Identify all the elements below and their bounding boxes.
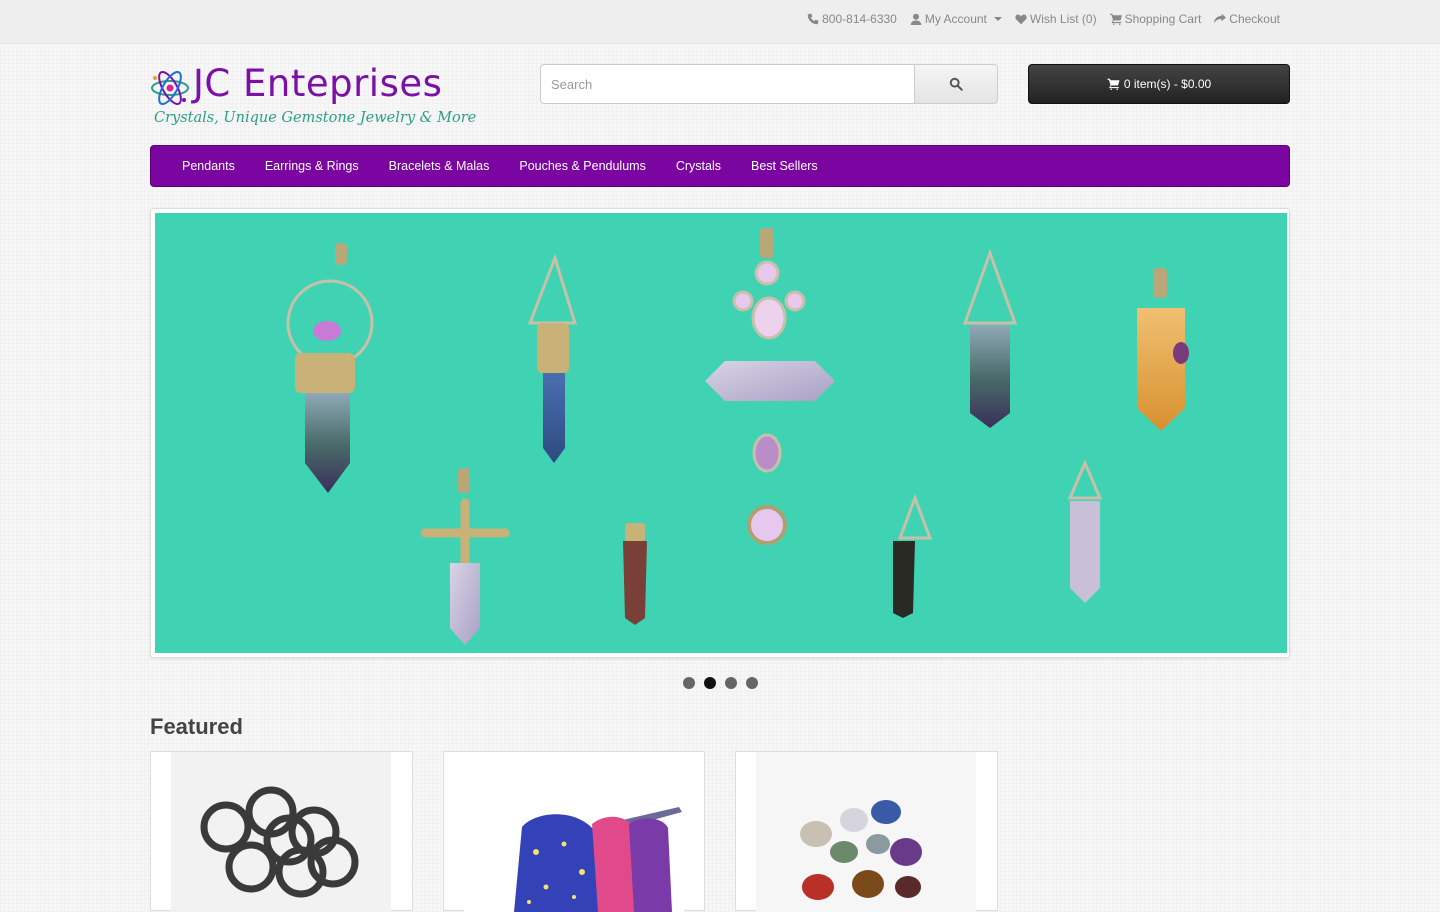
search-bar: [540, 64, 998, 104]
menu-item-bracelets-malas[interactable]: Bracelets & Malas: [374, 159, 505, 173]
checkout-link[interactable]: Checkout: [1214, 12, 1280, 26]
caret-down-icon: [993, 17, 1002, 21]
search-icon: [949, 77, 963, 91]
site-logo[interactable]: JC Enteprises Crystals, Unique Gemstone …: [150, 62, 510, 132]
menu-item-crystals[interactable]: Crystals: [661, 159, 736, 173]
main-menu: Pendants Earrings & Rings Bracelets & Ma…: [150, 145, 1290, 187]
cart-icon: [1109, 13, 1122, 25]
atom-logo-icon: [151, 71, 189, 105]
top-bar: 800-814-6330 My Account Wish List (0) Sh…: [0, 0, 1440, 44]
cart-icon: [1107, 78, 1120, 90]
phone-number: 800-814-6330: [822, 12, 897, 26]
logo-title: JC Enteprises: [193, 62, 443, 105]
slideshow-pager: [683, 677, 758, 689]
featured-heading: Featured: [150, 714, 243, 739]
pager-dot[interactable]: [725, 677, 737, 689]
logo-tagline: Crystals, Unique Gemstone Jewelry & More: [154, 110, 477, 126]
product-image-star-pouches[interactable]: [464, 752, 684, 912]
top-nav: 800-814-6330 My Account Wish List (0) Sh…: [807, 12, 1280, 26]
pager-dot[interactable]: [746, 677, 758, 689]
product-card[interactable]: [735, 751, 998, 912]
product-card[interactable]: [443, 751, 705, 912]
share-icon: [1214, 13, 1227, 24]
cart-total: 0 item(s) - $0.00: [1123, 77, 1212, 91]
phone-link[interactable]: 800-814-6330: [807, 12, 897, 26]
product-card[interactable]: [150, 751, 413, 912]
phone-icon: [807, 13, 819, 25]
product-image-hematite-rings[interactable]: [171, 752, 391, 912]
menu-item-pendants[interactable]: Pendants: [167, 159, 250, 173]
wish-list-label: Wish List (0): [1029, 12, 1097, 26]
pager-dot[interactable]: [683, 677, 695, 689]
shopping-cart-label: Shopping Cart: [1124, 12, 1202, 26]
my-account-dropdown[interactable]: My Account: [910, 12, 1002, 26]
wish-list-link[interactable]: Wish List (0): [1015, 12, 1097, 26]
heart-icon: [1015, 14, 1027, 25]
search-input[interactable]: [540, 64, 914, 104]
slideshow[interactable]: [150, 208, 1290, 658]
menu-item-best-sellers[interactable]: Best Sellers: [736, 159, 833, 173]
user-icon: [910, 13, 922, 25]
slide-image-pendants[interactable]: [155, 213, 1287, 653]
menu-item-earrings-rings[interactable]: Earrings & Rings: [250, 159, 374, 173]
menu-item-pouches-pendulums[interactable]: Pouches & Pendulums: [504, 159, 660, 173]
search-button[interactable]: [914, 64, 998, 104]
checkout-label: Checkout: [1229, 12, 1280, 26]
pendant-jasper: [623, 523, 647, 625]
shopping-cart-link[interactable]: Shopping Cart: [1109, 12, 1202, 26]
product-image-tumbled-stones[interactable]: [756, 752, 976, 912]
my-account-label: My Account: [924, 12, 987, 26]
pager-dot-active[interactable]: [704, 677, 716, 689]
cart-button[interactable]: 0 item(s) - $0.00: [1028, 64, 1290, 104]
